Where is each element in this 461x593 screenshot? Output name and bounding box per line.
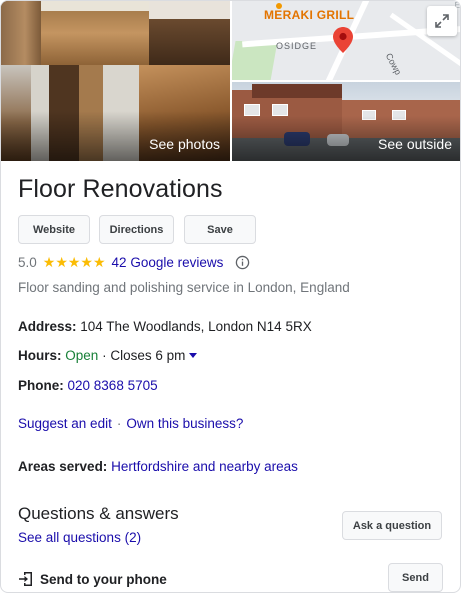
house-window <box>244 104 260 116</box>
own-business-link[interactable]: Own this business? <box>126 416 243 431</box>
qa-heading: Questions & answers <box>18 504 179 523</box>
closing-time[interactable]: Closes 6 pm <box>110 348 185 363</box>
map-thumbnail[interactable]: MERAKI GRILL OSIDGE Cowp E <box>232 1 460 80</box>
reviews-link[interactable]: 42 Google reviews <box>112 255 224 270</box>
see-photos-label: See photos <box>149 136 220 152</box>
map-street-label: OSIDGE <box>276 41 318 51</box>
roof <box>252 84 342 98</box>
edit-separator: · <box>116 416 122 431</box>
phone-link[interactable]: 020 8368 5705 <box>68 378 158 393</box>
send-to-phone-label: Send to your phone <box>40 571 167 587</box>
send-button[interactable]: Send <box>388 563 443 592</box>
business-category: Floor sanding and polishing service in L… <box>18 280 350 295</box>
business-title: Floor Renovations <box>18 175 223 203</box>
address-label: Address: <box>18 319 77 334</box>
street-view-tile[interactable]: See outside <box>232 82 460 161</box>
chevron-down-icon[interactable] <box>189 353 198 358</box>
map-poi-label: MERAKI GRILL <box>264 8 355 22</box>
edit-links-row: Suggest an edit · Own this business? <box>18 416 243 431</box>
website-button[interactable]: Website <box>18 215 90 244</box>
suggest-edit-link[interactable]: Suggest an edit <box>18 416 112 431</box>
rating-row: 5.0 ★★★★★ 42 Google reviews <box>18 253 250 271</box>
expand-map-button[interactable] <box>427 6 457 36</box>
see-outside-label: See outside <box>378 136 452 152</box>
hero-media: See photos MERAKI GRILL OSIDGE Cowp E Se… <box>1 1 460 161</box>
directions-button[interactable]: Directions <box>99 215 174 244</box>
star-rating-icon: ★★★★★ <box>42 253 106 270</box>
map-road-label: Cowp <box>383 51 404 77</box>
knowledge-panel: See photos MERAKI GRILL OSIDGE Cowp E Se… <box>0 0 461 593</box>
save-button[interactable]: Save <box>184 215 256 244</box>
photos-tile[interactable]: See photos <box>1 1 230 161</box>
rating-value: 5.0 <box>18 254 37 270</box>
ask-question-button[interactable]: Ask a question <box>342 511 442 540</box>
hours-label: Hours: <box>18 348 62 363</box>
address-row: Address: 104 The Woodlands, London N14 5… <box>18 319 312 334</box>
address-value: 104 The Woodlands, London N14 5RX <box>80 319 312 334</box>
hours-row: Hours: Open · Closes 6 pm <box>18 348 198 363</box>
phone-label: Phone: <box>18 378 64 393</box>
photo-thumb <box>149 1 230 65</box>
see-all-questions-link[interactable]: See all questions (2) <box>18 530 141 545</box>
info-icon[interactable] <box>235 255 250 270</box>
areas-link[interactable]: Hertfordshire and nearby areas <box>111 459 298 474</box>
house-window <box>272 104 288 116</box>
map-column: MERAKI GRILL OSIDGE Cowp E See outside <box>232 1 460 161</box>
map-pin-icon <box>333 27 353 53</box>
open-status: Open <box>65 348 99 363</box>
park-area <box>232 41 278 80</box>
phone-row: Phone: 020 8368 5705 <box>18 378 158 393</box>
expand-icon <box>435 14 449 28</box>
hours-separator: · <box>102 348 107 363</box>
areas-served-row: Areas served: Hertfordshire and nearby a… <box>18 459 298 474</box>
areas-label: Areas served: <box>18 459 108 474</box>
send-to-phone-row[interactable]: Send to your phone <box>18 571 167 587</box>
photo-thumb <box>41 1 149 65</box>
send-to-phone-icon <box>19 572 32 586</box>
